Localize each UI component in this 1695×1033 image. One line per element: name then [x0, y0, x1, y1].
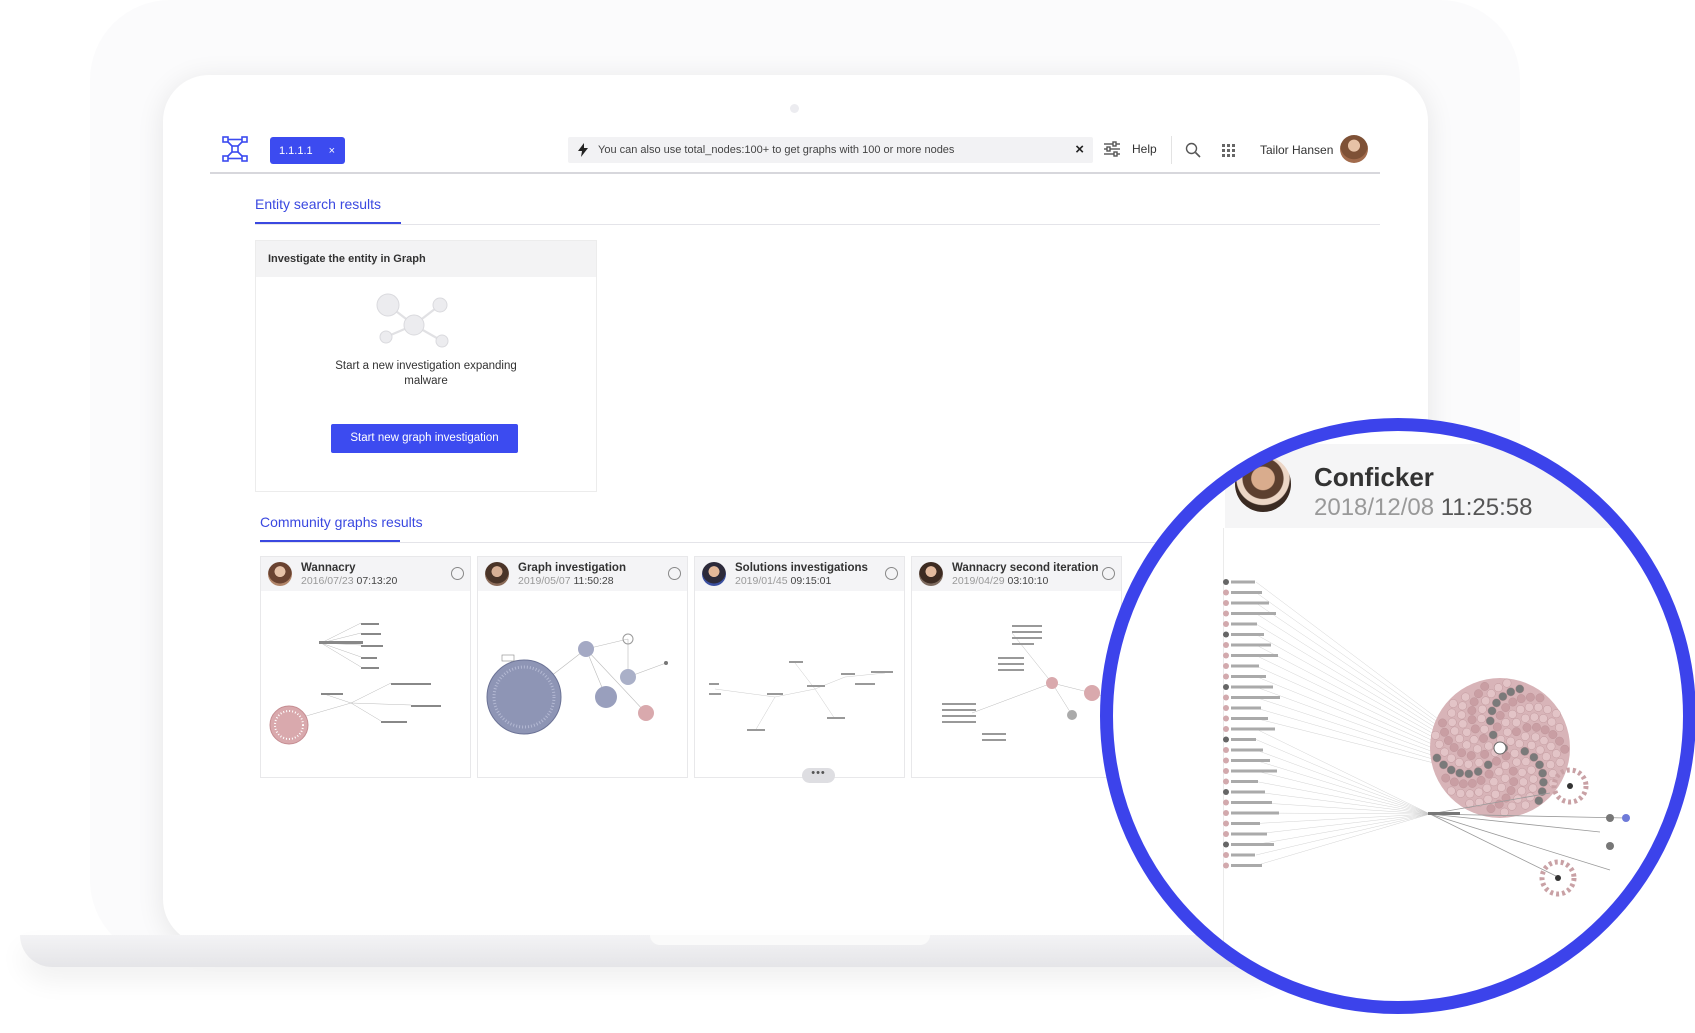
- graph-title: Wannacry: [301, 562, 356, 574]
- tab-entity-search-results[interactable]: Entity search results: [255, 196, 381, 212]
- tab-divider: [255, 224, 1380, 225]
- graph-title: Solutions investigations: [735, 562, 868, 574]
- clone-icon[interactable]: [451, 567, 464, 580]
- query-chip-label: 1.1.1.1: [279, 144, 313, 157]
- graph-network-icon: [376, 293, 449, 348]
- clone-icon[interactable]: [885, 567, 898, 580]
- query-chip[interactable]: 1.1.1.1 ×: [270, 137, 346, 164]
- user-avatar[interactable]: [1340, 135, 1368, 163]
- search-hint: You can also use total_nodes:100+ to get…: [598, 144, 955, 156]
- graph-card-header: Wannacry second iteration 2019/04/29 03:…: [912, 557, 1121, 591]
- graph-card[interactable]: Wannacry 2016/07/23 07:13:20: [260, 556, 471, 778]
- chip-close-icon[interactable]: ×: [329, 145, 335, 157]
- graph-thumbnail: [486, 633, 668, 735]
- zoom-graph-timestamp: 2018/12/08 11:25:58: [1314, 494, 1533, 521]
- zoom-graph-title: Conficker: [1314, 462, 1434, 492]
- graph-timestamp: 2016/07/23 07:13:20: [301, 575, 398, 587]
- load-more-button[interactable]: •••: [802, 768, 835, 783]
- graph-timestamp: 2019/01/45 09:15:01: [735, 575, 832, 587]
- graph-card[interactable]: Graph investigation 2019/05/07 11:50:28: [477, 556, 688, 778]
- search-input[interactable]: You can also use total_nodes:100+ to get…: [568, 137, 1093, 163]
- graph-timestamp: 2019/04/29 03:10:10: [952, 575, 1049, 587]
- graph-title: Wannacry second iteration: [952, 562, 1099, 574]
- laptop-notch: [650, 935, 930, 945]
- graph-card[interactable]: Solutions investigations 2019/01/45 09:1…: [694, 556, 905, 778]
- start-graph-investigation-button[interactable]: Start new graph investigation: [331, 424, 518, 453]
- graph-thumbnail: [269, 622, 441, 745]
- investigate-card: Investigate the entity in Graph Start a …: [255, 240, 597, 492]
- graph-thumbnail: [709, 661, 893, 732]
- tab-community-graphs-results[interactable]: Community graphs results: [260, 514, 423, 530]
- zoom-graph-visualization: [1223, 579, 1630, 897]
- laptop-camera: [790, 104, 799, 113]
- top-bar: 1.1.1.1 × You can also use total_nodes:1…: [210, 128, 1380, 174]
- graph-card-header: Graph investigation 2019/05/07 11:50:28: [478, 557, 687, 591]
- graph-thumbnail: [942, 625, 1113, 741]
- investigate-card-header: Investigate the entity in Graph: [256, 241, 596, 277]
- divider: [1171, 136, 1172, 164]
- avatar: [919, 562, 943, 586]
- graph-logo-icon[interactable]: [222, 136, 248, 162]
- graph-title: Graph investigation: [518, 562, 626, 574]
- avatar: [485, 562, 509, 586]
- avatar: [702, 562, 726, 586]
- graph-card-header: Solutions investigations 2019/01/45 09:1…: [695, 557, 904, 591]
- help-link[interactable]: Help: [1132, 142, 1157, 156]
- search-clear-icon[interactable]: ×: [1075, 141, 1084, 158]
- investigate-description: Start a new investigation expanding malw…: [335, 360, 517, 387]
- avatar: [268, 562, 292, 586]
- filters-icon[interactable]: [1103, 141, 1121, 157]
- lightning-icon: [578, 143, 588, 157]
- search-icon[interactable]: [1185, 142, 1201, 158]
- user-name[interactable]: Tailor Hansen: [1260, 143, 1333, 157]
- zoom-magnifier: Conficker 2018/12/08 11:25:58: [1100, 418, 1695, 1014]
- graph-timestamp: 2019/05/07 11:50:28: [518, 575, 614, 587]
- graph-card-header: Wannacry 2016/07/23 07:13:20: [261, 557, 470, 591]
- clone-icon[interactable]: [668, 567, 681, 580]
- avatar: [1235, 456, 1291, 512]
- graph-card[interactable]: Wannacry second iteration 2019/04/29 03:…: [911, 556, 1122, 778]
- apps-grid-icon[interactable]: [1222, 144, 1235, 157]
